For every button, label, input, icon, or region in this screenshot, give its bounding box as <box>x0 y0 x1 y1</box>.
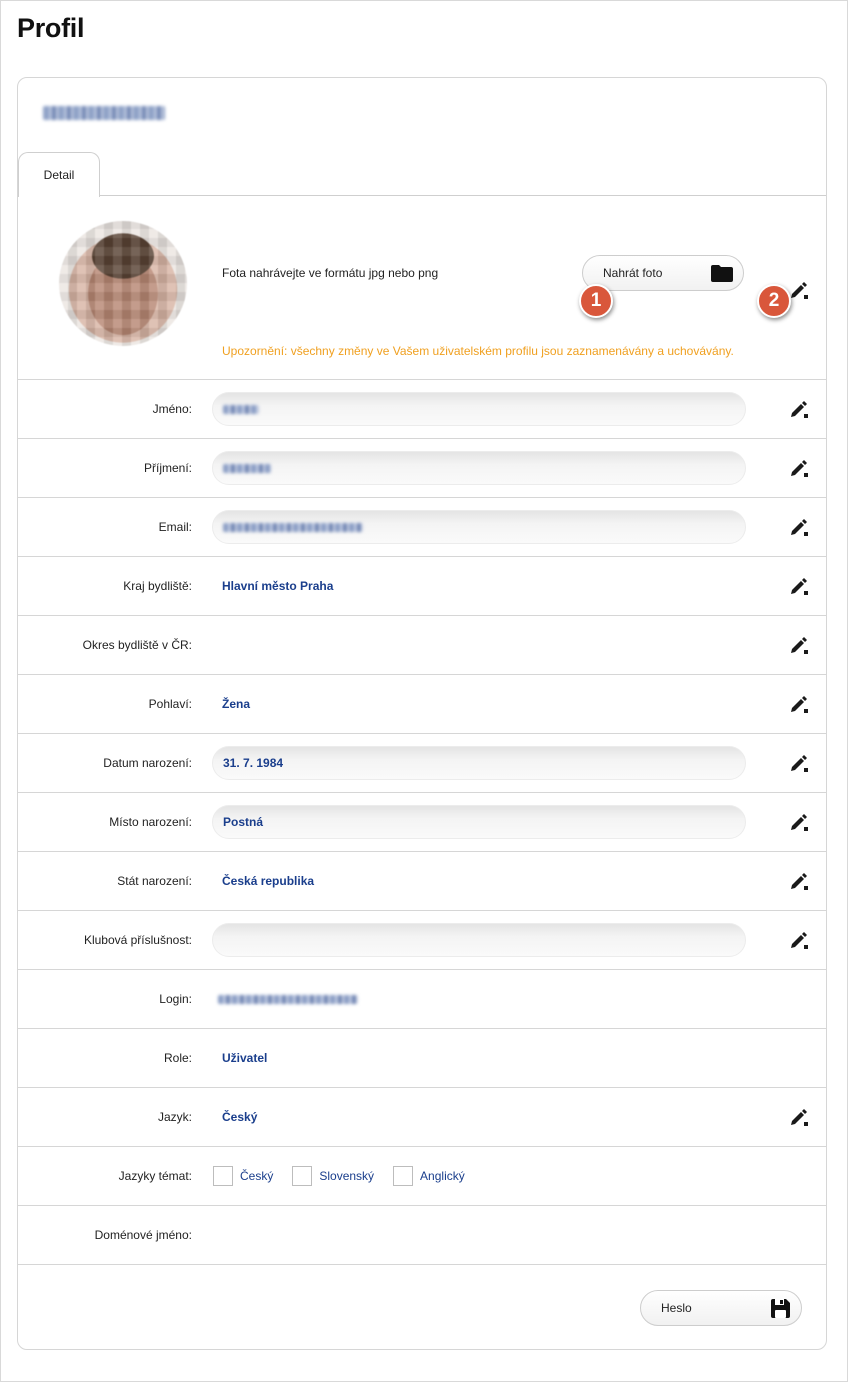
redacted-value <box>223 463 271 473</box>
value-role: Uživatel <box>222 1051 268 1065</box>
photo-format-hint: Fota nahrávejte ve formátu jpg nebo png <box>222 266 439 280</box>
input-datum[interactable]: 31. 7. 1984 <box>212 746 746 780</box>
redacted-value <box>218 994 358 1004</box>
checkbox-label: Anglický <box>420 1169 465 1183</box>
label-datum: Datum narození: <box>103 756 192 770</box>
checkbox-label: Český <box>240 1169 274 1183</box>
photo-section: Fota nahrávejte ve formátu jpg nebo png … <box>18 196 826 380</box>
edit-jmeno-pencil-icon[interactable] <box>789 399 809 419</box>
edit-jazyk-pencil-icon[interactable] <box>789 1107 809 1127</box>
edit-photo-pencil-icon[interactable] <box>789 280 809 300</box>
row-stat: Stát narození: Česká republika <box>18 852 826 911</box>
label-jmeno: Jméno: <box>152 402 192 416</box>
row-misto: Místo narození: Postná <box>18 793 826 852</box>
row-prijmeni: Příjmení: <box>18 439 826 498</box>
page-title: Profil <box>17 13 85 43</box>
edit-pohlavi-pencil-icon[interactable] <box>789 694 809 714</box>
edit-okres-pencil-icon[interactable] <box>789 635 809 655</box>
input-email[interactable] <box>212 510 746 544</box>
label-stat: Stát narození: <box>117 874 192 888</box>
row-jmeno: Jméno: <box>18 380 826 439</box>
avatar <box>59 221 187 346</box>
value-kraj: Hlavní město Praha <box>222 579 334 593</box>
checkbox-box[interactable] <box>213 1166 233 1186</box>
edit-kraj-pencil-icon[interactable] <box>789 576 809 596</box>
user-name-redacted <box>43 106 165 120</box>
label-prijmeni: Příjmení: <box>143 461 192 475</box>
input-klub[interactable] <box>212 923 746 957</box>
label-login: Login: <box>159 992 192 1006</box>
upload-photo-label: Nahrát foto <box>603 266 663 280</box>
row-pohlavi: Pohlaví: Žena <box>18 675 826 734</box>
row-role: Role: Uživatel <box>18 1029 826 1088</box>
row-domena: Doménové jméno: <box>18 1206 826 1265</box>
checkbox-anglicky[interactable]: Anglický <box>393 1166 465 1186</box>
redacted-value <box>223 404 259 414</box>
callout-badge-2: 2 <box>757 284 791 318</box>
upload-photo-button[interactable]: Nahrát foto <box>582 255 744 291</box>
checkbox-label: Slovenský <box>319 1169 375 1183</box>
label-pohlavi: Pohlaví: <box>148 697 192 711</box>
row-jazyky-temat: Jazyky témat: Český Slovenský Anglický <box>18 1147 826 1206</box>
value-stat: Česká republika <box>222 874 315 888</box>
folder-icon <box>711 265 733 282</box>
profile-card: Detail Fota nahrávejte ve formátu jpg ne… <box>17 77 827 1350</box>
row-datum: Datum narození: 31. 7. 1984 <box>18 734 826 793</box>
checkbox-cesky[interactable]: Český <box>213 1166 273 1186</box>
input-jmeno[interactable] <box>212 392 746 426</box>
edit-stat-pencil-icon[interactable] <box>789 871 809 891</box>
password-button-label: Heslo <box>661 1301 692 1315</box>
edit-misto-pencil-icon[interactable] <box>789 812 809 832</box>
row-login: Login: <box>18 970 826 1029</box>
value-login <box>218 970 358 1028</box>
checkbox-box[interactable] <box>292 1166 313 1186</box>
checkbox-slovensky[interactable]: Slovenský <box>292 1166 374 1186</box>
value-pohlavi: Žena <box>222 697 251 711</box>
row-kraj: Kraj bydliště: Hlavní město Praha <box>18 557 826 616</box>
row-klub: Klubová příslušnost: <box>18 911 826 970</box>
callout-badge-1: 1 <box>579 284 613 318</box>
checkbox-box[interactable] <box>393 1166 414 1186</box>
edit-datum-pencil-icon[interactable] <box>789 753 809 773</box>
password-button[interactable]: Heslo <box>640 1290 802 1326</box>
edit-email-pencil-icon[interactable] <box>789 517 809 537</box>
row-email: Email: <box>18 498 826 557</box>
label-misto: Místo narození: <box>109 815 192 829</box>
floppy-disk-icon <box>771 1299 790 1318</box>
change-warning: Upozornění: všechny změny ve Vašem uživa… <box>222 344 734 358</box>
label-kraj: Kraj bydliště: <box>123 579 192 593</box>
value-jazyk: Český <box>222 1110 258 1124</box>
label-klub: Klubová příslušnost: <box>83 933 192 947</box>
label-domena: Doménové jméno: <box>94 1228 192 1242</box>
label-okres: Okres bydliště v ČR: <box>82 638 192 652</box>
edit-prijmeni-pencil-icon[interactable] <box>789 458 809 478</box>
label-email: Email: <box>158 520 192 534</box>
row-okres: Okres bydliště v ČR: <box>18 616 826 675</box>
edit-klub-pencil-icon[interactable] <box>789 930 809 950</box>
redacted-value <box>223 522 363 532</box>
input-misto[interactable]: Postná <box>212 805 746 839</box>
label-role: Role: <box>163 1051 192 1065</box>
topic-language-checkboxes: Český Slovenský Anglický <box>213 1147 484 1205</box>
input-prijmeni[interactable] <box>212 451 746 485</box>
profile-page: Profil Detail Fota nahrávejte ve formátu… <box>0 0 848 1382</box>
tab-detail[interactable]: Detail <box>18 152 100 197</box>
row-jazyk: Jazyk: Český <box>18 1088 826 1147</box>
label-jazyky-temat: Jazyky témat: <box>118 1169 192 1183</box>
label-jazyk: Jazyk: <box>157 1110 192 1124</box>
